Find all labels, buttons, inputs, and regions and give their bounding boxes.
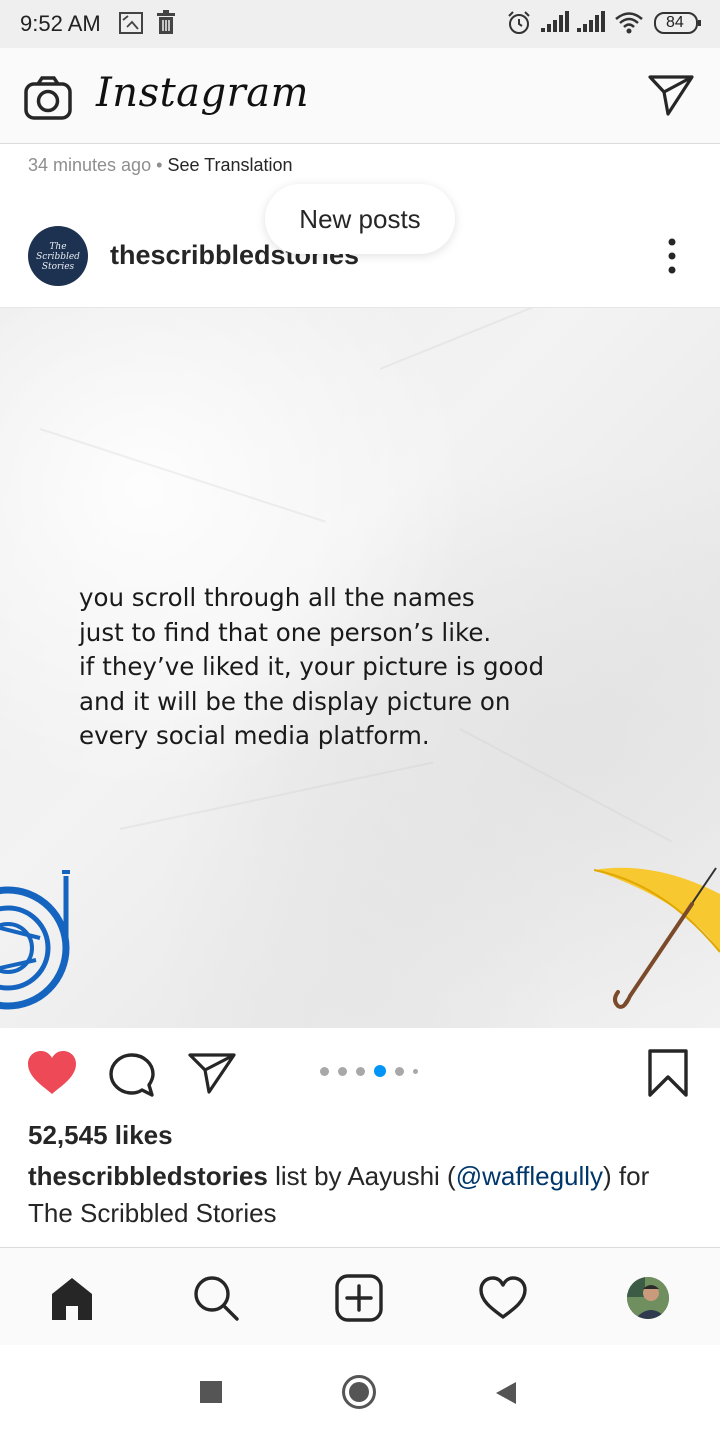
bottom-navigation xyxy=(0,1247,720,1345)
signal-icon xyxy=(541,11,569,32)
quote-line: every social media platform. xyxy=(79,721,430,750)
quote-line: if they’ve liked it, your picture is goo… xyxy=(79,652,545,681)
direct-send-icon[interactable] xyxy=(648,74,694,116)
nav-search[interactable] xyxy=(188,1270,244,1326)
nav-new-post[interactable] xyxy=(331,1270,387,1326)
home-icon xyxy=(52,1278,92,1320)
new-posts-button[interactable]: New posts xyxy=(265,184,455,254)
app-logo-wordmark: Instagram xyxy=(96,70,310,116)
back-triangle-icon[interactable] xyxy=(494,1380,518,1406)
carousel-indicator xyxy=(320,1064,427,1078)
save-bookmark-icon[interactable] xyxy=(646,1048,690,1098)
post-quote-text: you scroll through all the names just to… xyxy=(79,581,599,754)
signal-icon xyxy=(577,11,605,32)
nav-profile[interactable] xyxy=(620,1270,676,1326)
new-post-icon xyxy=(335,1274,383,1322)
carousel-dot-active xyxy=(374,1065,386,1077)
home-circle-icon[interactable] xyxy=(341,1374,377,1410)
paper-crease xyxy=(119,761,434,830)
quote-line: just to find that one person’s like. xyxy=(79,617,492,647)
carousel-dot xyxy=(320,1066,329,1076)
previous-post-meta: 34 minutes ago • See Translation xyxy=(28,155,293,176)
meta-separator: • xyxy=(156,155,163,175)
likes-count[interactable]: 52,545 likes xyxy=(28,1120,173,1151)
see-translation-link[interactable]: See Translation xyxy=(167,155,292,175)
wifi-icon xyxy=(615,12,643,34)
carousel-dot xyxy=(413,1068,418,1074)
post-actions xyxy=(0,1028,720,1114)
caption-mention[interactable]: @wafflegully xyxy=(456,1161,603,1191)
comment-icon[interactable] xyxy=(108,1052,156,1098)
camera-icon[interactable] xyxy=(24,76,72,120)
top-app-bar: Instagram xyxy=(0,48,720,144)
author-avatar[interactable]: The Scribbled Stories xyxy=(28,226,88,286)
french-horn-illustration xyxy=(0,870,70,1010)
post-caption: thescribbledstories list by Aayushi (@wa… xyxy=(28,1158,698,1232)
share-icon[interactable] xyxy=(188,1052,236,1094)
quote-line: you scroll through all the names xyxy=(79,583,475,612)
picture-icon xyxy=(119,12,143,34)
paper-crease xyxy=(39,428,326,523)
profile-photo xyxy=(627,1277,669,1319)
avatar-logo: The Scribbled Stories xyxy=(28,226,88,286)
search-icon xyxy=(194,1276,239,1321)
carousel-dot xyxy=(356,1066,365,1076)
clock: 9:52 AM xyxy=(20,11,101,36)
quote-line: and it will be the display picture on xyxy=(79,686,511,716)
profile-avatar xyxy=(627,1277,669,1319)
carousel-dot xyxy=(395,1066,404,1076)
activity-heart-icon xyxy=(479,1276,527,1319)
more-options-icon[interactable] xyxy=(660,238,684,274)
alarm-icon xyxy=(508,11,530,34)
avatar-line-3: Stories xyxy=(41,262,75,272)
caption-username[interactable]: thescribbledstories xyxy=(28,1161,268,1191)
post-image[interactable]: you scroll through all the names just to… xyxy=(0,308,720,1028)
trash-icon xyxy=(157,10,175,34)
yellow-umbrella-illustration xyxy=(594,867,720,1009)
battery-level: 84 xyxy=(666,14,684,31)
system-navigation-bar xyxy=(0,1345,720,1440)
carousel-dot xyxy=(338,1066,347,1076)
recents-square-icon[interactable] xyxy=(199,1380,223,1404)
nav-home[interactable] xyxy=(44,1270,100,1326)
caption-text: list by Aayushi ( xyxy=(267,1161,456,1191)
avatar-line-2: Scribbled xyxy=(36,252,80,262)
status-bar: 9:52 AM 84 xyxy=(0,0,720,48)
liked-heart-icon[interactable] xyxy=(26,1050,78,1096)
avatar-line-1: The xyxy=(49,242,67,252)
post-timestamp: 34 minutes ago xyxy=(28,155,152,175)
paper-crease xyxy=(379,308,622,370)
nav-activity[interactable] xyxy=(475,1270,531,1326)
